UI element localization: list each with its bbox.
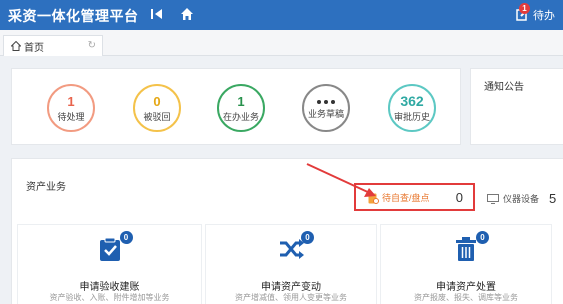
card-description: 资产增减值、领用人变更等业务 xyxy=(235,293,347,302)
devices-link[interactable]: 仪器设备 5 xyxy=(487,191,556,206)
devices-count: 5 xyxy=(549,191,557,206)
refresh-icon[interactable]: ↻ xyxy=(88,40,96,51)
card-title: 申请验收建账 xyxy=(79,282,140,293)
self-check-label: 待自查/盘点 xyxy=(382,192,430,203)
card-badge: 0 xyxy=(119,231,133,244)
collapse-sidebar-icon[interactable] xyxy=(150,7,164,21)
stat-rejected[interactable]: 0 被驳回 xyxy=(133,84,181,132)
stat-label: 在办业务 xyxy=(222,111,259,122)
stat-label: 审批历史 xyxy=(393,111,430,122)
more-dots-icon xyxy=(317,99,335,104)
card-badge: 0 xyxy=(476,231,489,244)
todo-label: 待办 xyxy=(533,10,555,22)
app-title: 采资一体化管理平台 xyxy=(8,8,139,24)
stat-history[interactable]: 362 审批历史 xyxy=(388,84,436,132)
tab-home[interactable]: 首页 ↻ xyxy=(3,35,103,56)
card-title: 申请资产处置 xyxy=(436,282,496,293)
apply-acceptance-card[interactable]: 0 申请验收建账 资产验收、入账、附件增加等业务 xyxy=(17,224,202,304)
todo-button[interactable]: 1 待办 xyxy=(516,3,555,24)
card-badge: 0 xyxy=(301,231,314,244)
tab-bar: 首页 ↻ xyxy=(0,30,563,56)
apply-change-card[interactable]: 0 申请资产变动 资产增减值、领用人变更等业务 xyxy=(205,224,377,304)
stats-panel: 1 待处理 0 被驳回 1 在办业务 业务草稿 362 审批历史 xyxy=(11,68,461,145)
card-title: 申请资产变动 xyxy=(261,282,321,293)
stat-label: 待处理 xyxy=(57,111,85,122)
tab-label: 首页 xyxy=(24,42,44,54)
stat-value: 362 xyxy=(400,92,424,109)
todo-count-badge: 1 xyxy=(519,3,530,14)
notice-title: 通知公告 xyxy=(484,82,524,93)
home-icon[interactable] xyxy=(180,7,194,21)
stat-in-progress[interactable]: 1 在办业务 xyxy=(217,84,265,132)
stat-value: 1 xyxy=(237,93,245,109)
apply-disposal-card[interactable]: 0 申请资产处置 资产报废、报失、调库等业务 xyxy=(380,224,552,304)
asset-business-panel: 资产业务 待自查/盘点 0 仪器设备 5 0 申请验收建账 资产验收、入账、附件… xyxy=(11,158,563,304)
self-check-link[interactable]: 待自查/盘点 0 xyxy=(354,183,475,211)
card-description: 资产报废、报失、调库等业务 xyxy=(414,293,518,302)
stat-drafts[interactable]: 业务草稿 xyxy=(302,84,350,132)
notice-panel: 通知公告 xyxy=(470,68,563,145)
card-description: 资产验收、入账、附件增加等业务 xyxy=(49,293,170,302)
top-header: 采资一体化管理平台 1 待办 xyxy=(0,0,563,30)
stat-label: 被驳回 xyxy=(143,111,171,122)
self-check-count: 0 xyxy=(455,190,463,205)
stat-value: 1 xyxy=(67,93,75,109)
stat-label: 业务草稿 xyxy=(307,108,344,119)
stat-pending[interactable]: 1 待处理 xyxy=(47,84,95,132)
devices-label: 仪器设备 xyxy=(503,194,540,204)
asset-business-title: 资产业务 xyxy=(26,182,66,193)
self-check-icon xyxy=(368,193,379,204)
stat-value: 0 xyxy=(153,93,161,109)
home-tab-icon xyxy=(11,41,21,51)
monitor-icon xyxy=(487,193,499,204)
